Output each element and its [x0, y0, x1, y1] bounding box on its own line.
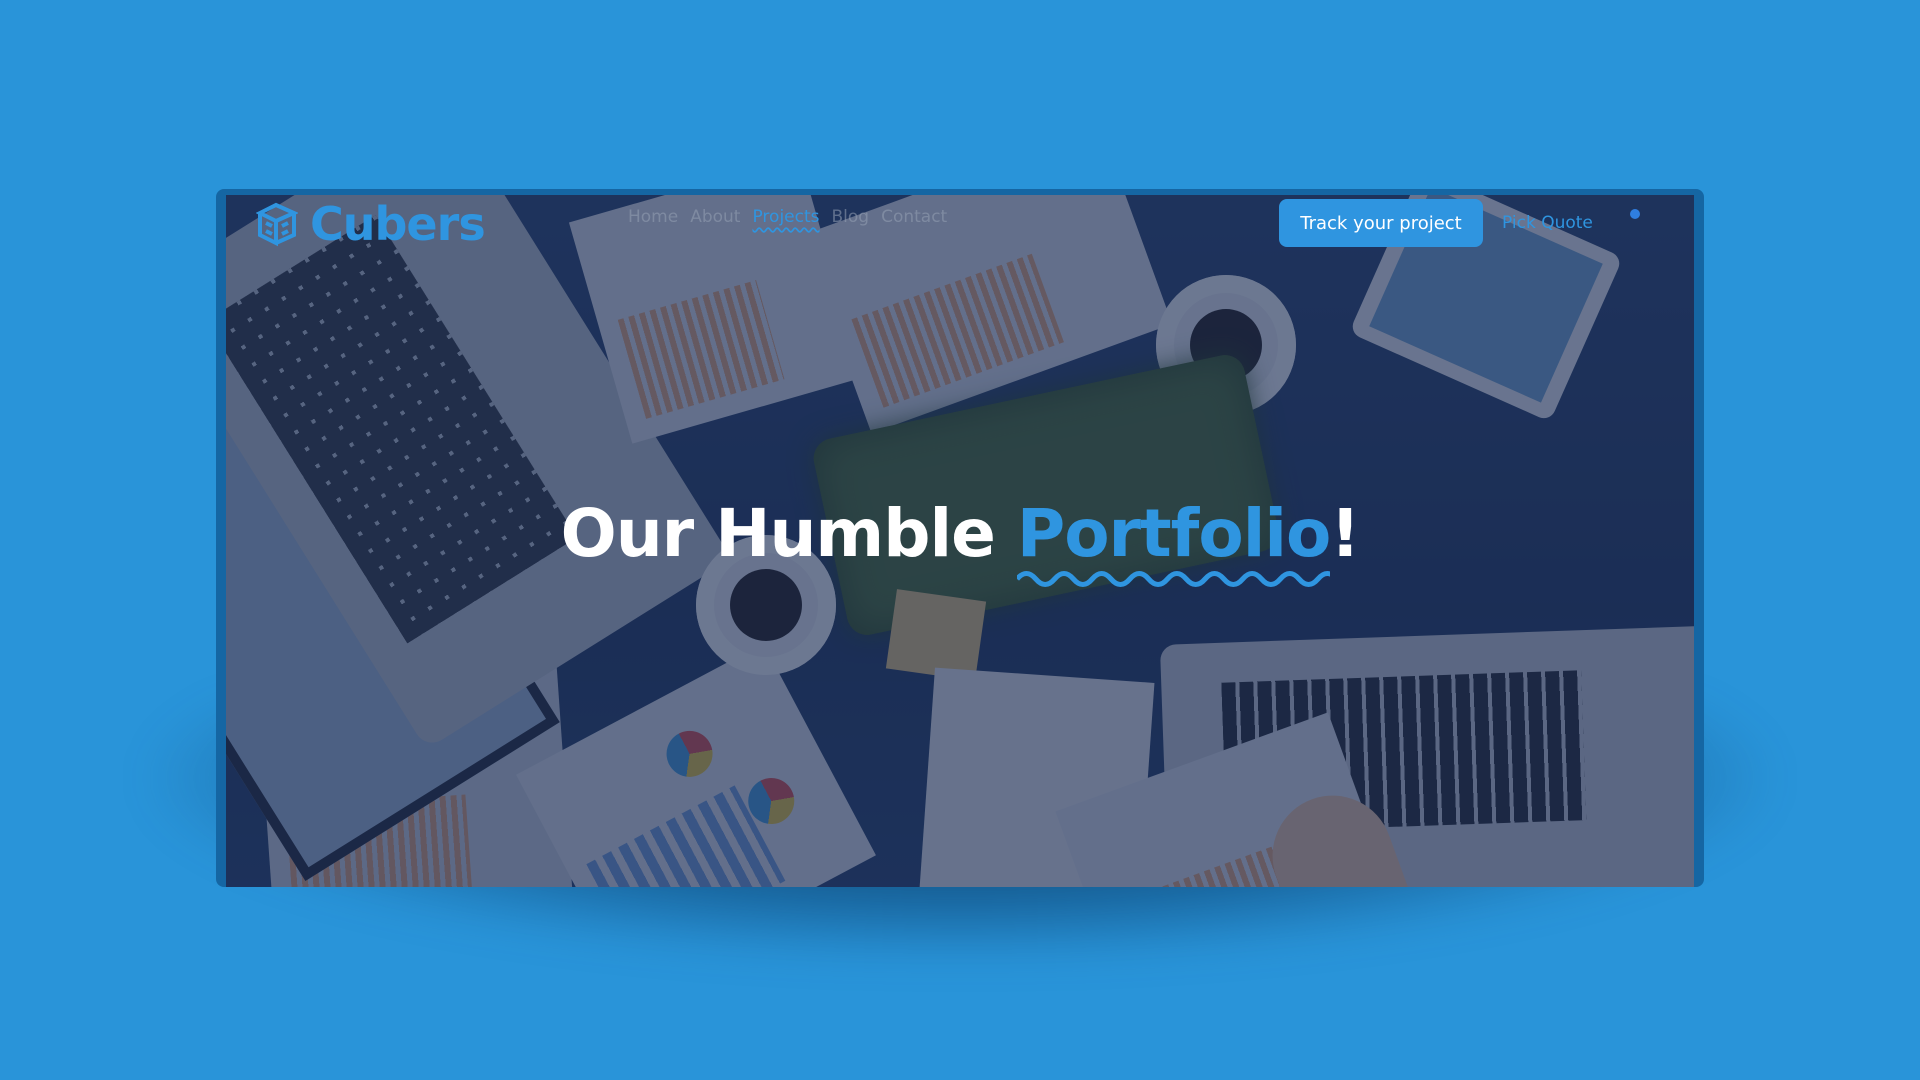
status-dot-icon: [1630, 209, 1640, 219]
nav-item-home[interactable]: Home: [628, 207, 678, 227]
website-screen: Cubers Home About Projects Blog Contact …: [226, 195, 1694, 887]
website-mockup-frame: Cubers Home About Projects Blog Contact …: [216, 189, 1704, 887]
nav-item-contact[interactable]: Contact: [881, 207, 947, 227]
brand-logo[interactable]: Cubers: [256, 197, 486, 251]
pick-quote-link[interactable]: Pick Quote: [1502, 213, 1593, 233]
brand-name: Cubers: [310, 197, 486, 251]
hero-title-highlight-text: Portfolio: [1016, 495, 1331, 572]
hero-title-highlight: Portfolio: [1016, 495, 1331, 587]
hero-title-prefix: Our Humble: [560, 495, 1017, 572]
nav-item-about[interactable]: About: [690, 207, 740, 227]
nav-item-projects[interactable]: Projects: [752, 207, 819, 227]
cube-stack-icon: [256, 202, 298, 247]
wavy-underline-icon: [1016, 571, 1331, 587]
hero-title: Our Humble Portfolio!: [226, 495, 1694, 587]
nav-item-blog[interactable]: Blog: [832, 207, 870, 227]
top-navigation: Cubers Home About Projects Blog Contact …: [226, 195, 1694, 255]
track-project-button[interactable]: Track your project: [1279, 199, 1483, 247]
main-menu: Home About Projects Blog Contact: [628, 207, 947, 227]
hero-title-suffix: !: [1330, 495, 1360, 572]
